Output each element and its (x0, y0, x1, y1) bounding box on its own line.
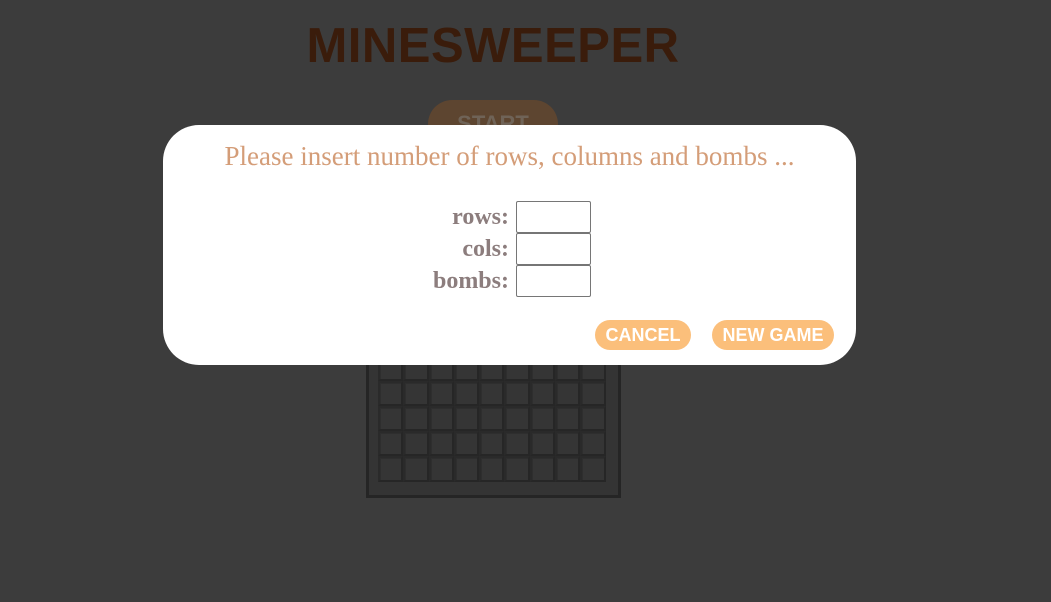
board-cell[interactable] (529, 431, 556, 457)
board-cell[interactable] (504, 405, 530, 432)
board-cell[interactable] (479, 405, 505, 432)
game-screen: MINESWEEPER START Please insert number o… (0, 0, 1051, 602)
board-cell[interactable] (555, 380, 581, 406)
board-cell[interactable] (453, 456, 480, 482)
game-title: MINESWEEPER (306, 19, 680, 73)
board-cell[interactable] (428, 405, 454, 432)
board-cell[interactable] (403, 380, 429, 406)
board-cell[interactable] (529, 405, 556, 432)
board-cell[interactable] (479, 431, 505, 457)
bombs-row: bombs: (163, 265, 856, 297)
board-cell[interactable] (529, 380, 556, 406)
board-cell[interactable] (428, 431, 454, 457)
board-cell[interactable] (555, 456, 581, 482)
board-cell[interactable] (378, 456, 404, 482)
cols-label: cols: (462, 236, 509, 262)
board-cell[interactable] (504, 380, 530, 406)
new-game-button[interactable]: NEW GAME (712, 320, 834, 350)
rows-label: rows: (452, 204, 509, 230)
board-cell[interactable] (453, 380, 480, 406)
board-cell[interactable] (403, 431, 429, 457)
board-cell[interactable] (504, 456, 530, 482)
dialog-prompt: Please insert number of rows, columns an… (224, 141, 795, 171)
board-cell[interactable] (378, 380, 404, 406)
board-cell[interactable] (428, 380, 454, 406)
board-cell[interactable] (479, 380, 505, 406)
bombs-label: bombs: (432, 268, 509, 294)
board-cell[interactable] (555, 431, 581, 457)
board-cell[interactable] (555, 405, 581, 432)
rows-row: rows: (163, 201, 856, 233)
board-cell[interactable] (580, 405, 606, 432)
board-cell[interactable] (378, 431, 404, 457)
board-cell[interactable] (580, 431, 606, 457)
board-cell[interactable] (580, 456, 606, 482)
cols-row: cols: (163, 233, 856, 265)
board-cell[interactable] (378, 405, 404, 432)
board-cell[interactable] (580, 380, 606, 406)
cancel-button[interactable]: CANCEL (595, 320, 691, 350)
board-cell[interactable] (453, 431, 480, 457)
cols-input[interactable] (516, 233, 591, 265)
board-cell[interactable] (403, 456, 429, 482)
new-game-dialog: Please insert number of rows, columns an… (163, 125, 856, 365)
board-cell[interactable] (529, 456, 556, 482)
board-cell[interactable] (428, 456, 454, 482)
bombs-input[interactable] (516, 265, 591, 297)
board-cell[interactable] (453, 405, 480, 432)
rows-input[interactable] (516, 201, 591, 233)
board-cell[interactable] (403, 405, 429, 432)
board-cell[interactable] (479, 456, 505, 482)
board-cell[interactable] (504, 431, 530, 457)
